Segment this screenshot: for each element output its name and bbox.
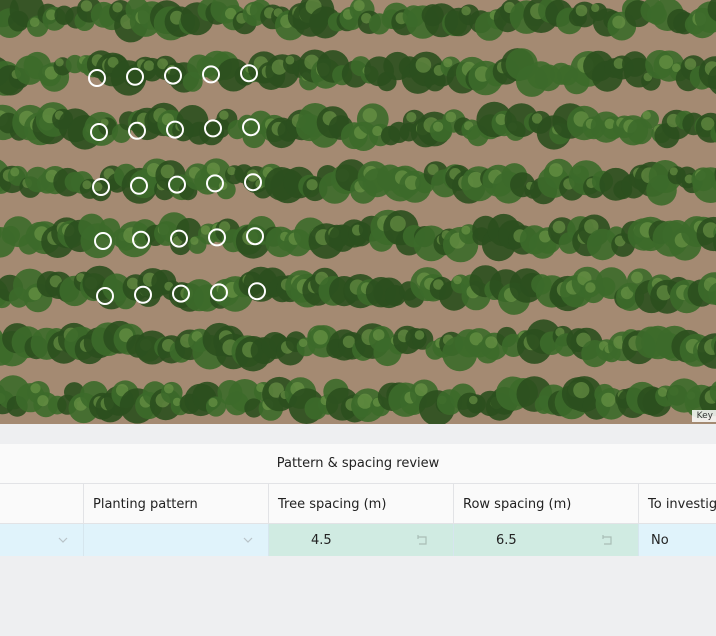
cell-planting-pattern[interactable] <box>83 524 268 556</box>
undo-icon[interactable] <box>415 534 429 546</box>
review-panel: Pattern & spacing review Planting patter… <box>0 424 716 636</box>
column-header-0[interactable] <box>0 484 83 524</box>
tree-spacing-value: 4.5 <box>311 532 332 548</box>
column-header-row-spacing[interactable]: Row spacing (m) <box>453 484 638 524</box>
aerial-map[interactable]: Key <box>0 0 716 424</box>
row-spacing-value: 6.5 <box>496 532 517 548</box>
chevron-down-icon[interactable] <box>242 534 254 546</box>
cell-to-investigate[interactable]: No <box>638 524 716 556</box>
column-header-tree-spacing[interactable]: Tree spacing (m) <box>268 484 453 524</box>
column-header-planting-pattern[interactable]: Planting pattern <box>83 484 268 524</box>
orchard-image <box>0 0 716 424</box>
chevron-down-icon[interactable] <box>57 534 69 546</box>
cell-tree-spacing[interactable]: 4.5 <box>268 524 453 556</box>
to-investigate-value: No <box>651 532 669 548</box>
column-headers: Planting pattern Tree spacing (m) Row sp… <box>0 484 716 524</box>
map-attribution[interactable]: Key <box>691 410 716 422</box>
cell-select[interactable] <box>0 524 83 556</box>
column-header-to-investigate[interactable]: To investigate <box>638 484 716 524</box>
cell-row-spacing[interactable]: 6.5 <box>453 524 638 556</box>
group-header: Pattern & spacing review <box>0 444 716 484</box>
panel-spacer <box>0 424 716 444</box>
undo-icon[interactable] <box>600 534 614 546</box>
table-row[interactable]: 4.5 6.5 No <box>0 524 716 556</box>
